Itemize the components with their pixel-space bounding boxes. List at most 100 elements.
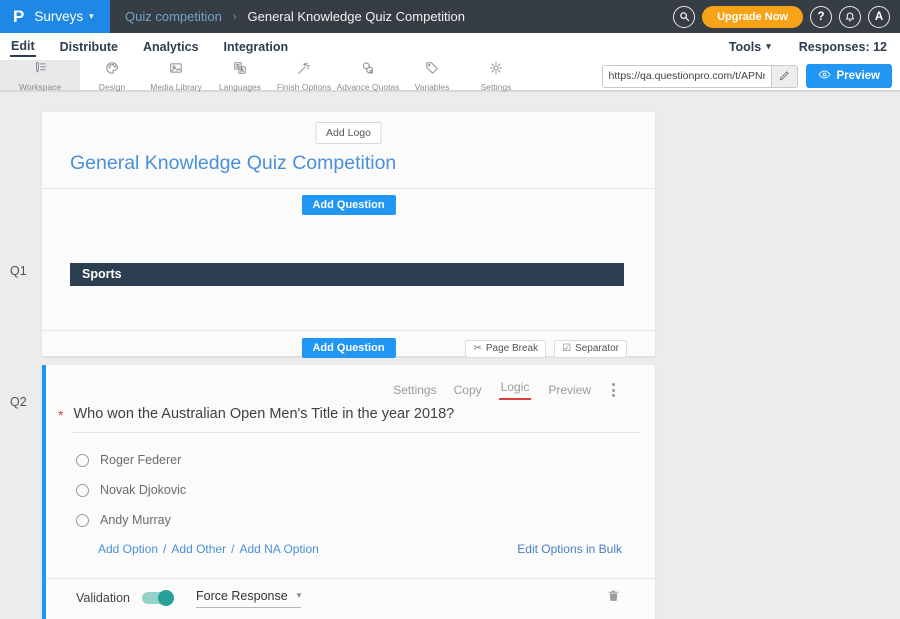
question-settings-link[interactable]: Settings <box>393 383 436 397</box>
toolbar-item-label: Settings <box>481 82 512 92</box>
toolbar-item-workspace[interactable]: Workspace <box>0 60 80 90</box>
tab-analytics[interactable]: Analytics <box>142 38 200 56</box>
question-number-q2: Q2 <box>10 395 27 409</box>
toolbar-item-label: Languages <box>219 82 261 92</box>
question-card-q2: Settings Copy Logic Preview * Who won th… <box>42 365 655 619</box>
separator-button[interactable]: ☑ Separator <box>554 340 627 358</box>
required-asterisk: * <box>58 406 63 433</box>
add-question-button-top[interactable]: Add Question <box>301 195 395 215</box>
survey-canvas: Q1 Q2 Add Logo General Knowledge Quiz Co… <box>0 92 900 619</box>
gear-icon <box>489 61 503 80</box>
tab-distribute[interactable]: Distribute <box>59 38 119 56</box>
chevron-down-icon: ▾ <box>766 41 771 52</box>
notifications-button[interactable] <box>839 6 861 28</box>
app-logo-area[interactable]: P Surveys ▾ <box>0 0 110 33</box>
breadcrumb-current: General Knowledge Quiz Competition <box>248 9 466 24</box>
toolbar-item-label: Variables <box>415 82 450 92</box>
topbar-actions: Upgrade Now ? A <box>673 6 900 28</box>
question-number-q1: Q1 <box>10 264 27 278</box>
answer-option[interactable]: Andy Murray <box>76 505 186 535</box>
divider <box>42 330 655 331</box>
radio-button-icon[interactable] <box>76 514 89 527</box>
tab-integration[interactable]: Integration <box>223 38 290 56</box>
answer-options: Roger Federer Novak Djokovic Andy Murray <box>76 445 186 535</box>
question-preview-link[interactable]: Preview <box>548 383 591 397</box>
avatar[interactable]: A <box>868 6 890 28</box>
toolbar-item-label: Finish Options <box>277 82 331 92</box>
preview-button[interactable]: Preview <box>806 64 892 88</box>
bell-icon <box>844 11 856 23</box>
tools-label: Tools <box>729 40 761 54</box>
scissors-icon: ✂ <box>473 343 481 354</box>
upgrade-now-button[interactable]: Upgrade Now <box>702 6 803 28</box>
answer-option[interactable]: Novak Djokovic <box>76 475 186 505</box>
question-text-input[interactable]: Who won the Australian Open Men's Title … <box>73 406 640 433</box>
section-tools: ✂ Page Break ☑ Separator <box>465 340 627 358</box>
breadcrumb: Quiz competition › General Knowledge Qui… <box>125 9 465 24</box>
breadcrumb-parent-link[interactable]: Quiz competition <box>125 9 222 24</box>
toolbar-item-label: Workspace <box>19 82 61 92</box>
edit-options-in-bulk-link[interactable]: Edit Options in Bulk <box>517 542 622 556</box>
survey-title[interactable]: General Knowledge Quiz Competition <box>70 152 396 175</box>
translate-icon <box>233 61 247 80</box>
add-option-link[interactable]: Add Option <box>98 542 158 556</box>
question-actions: Settings Copy Logic Preview <box>393 380 619 400</box>
question-copy-link[interactable]: Copy <box>454 383 482 397</box>
toolbar-item-settings[interactable]: Settings <box>464 60 528 90</box>
separator-label: Separator <box>575 343 619 354</box>
question-text-row: * Who won the Australian Open Men's Titl… <box>58 406 640 433</box>
survey-url-input[interactable] <box>603 66 771 87</box>
surveys-menu-label: Surveys <box>34 9 83 24</box>
option-label[interactable]: Novak Djokovic <box>100 483 186 497</box>
survey-url-box <box>602 65 798 88</box>
toolbar-item-variables[interactable]: Variables <box>400 60 464 90</box>
add-question-button-between[interactable]: Add Question <box>301 338 395 358</box>
search-button[interactable] <box>673 6 695 28</box>
validation-type-dropdown[interactable]: Force Response ▾ <box>196 589 301 608</box>
answer-option[interactable]: Roger Federer <box>76 445 186 475</box>
option-label[interactable]: Roger Federer <box>100 453 181 467</box>
help-button[interactable]: ? <box>810 6 832 28</box>
magic-wand-icon <box>297 61 311 80</box>
tab-edit[interactable]: Edit <box>10 37 36 57</box>
toolbar-item-design[interactable]: Design <box>80 60 144 90</box>
page-break-button[interactable]: ✂ Page Break <box>465 340 546 358</box>
toolbar-item-label: Advance Quotas <box>337 82 400 92</box>
more-options-icon[interactable] <box>608 381 619 399</box>
toolbar-right: Preview <box>602 64 892 88</box>
toolbar-item-media-library[interactable]: Media Library <box>144 60 208 90</box>
toolbar-item-label: Media Library <box>150 82 202 92</box>
chain-link-icon <box>361 61 375 80</box>
add-logo-button[interactable]: Add Logo <box>315 122 382 144</box>
q1-section-heading[interactable]: Sports <box>70 263 624 286</box>
toolbar-item-advance-quotas[interactable]: Advance Quotas <box>336 60 400 90</box>
preview-label: Preview <box>837 70 880 82</box>
page-break-label: Page Break <box>486 343 538 354</box>
survey-header-card: Add Logo General Knowledge Quiz Competit… <box>42 112 655 356</box>
pencil-icon <box>779 69 790 84</box>
add-na-option-link[interactable]: Add NA Option <box>239 542 318 556</box>
radio-button-icon[interactable] <box>76 484 89 497</box>
add-other-link[interactable]: Add Other <box>171 542 226 556</box>
radio-button-icon[interactable] <box>76 454 89 467</box>
question-logic-link[interactable]: Logic <box>499 380 532 400</box>
delete-question-button[interactable] <box>607 588 620 608</box>
link-separator: / <box>231 542 234 556</box>
subnav-right: Tools ▾ Responses: 12 <box>729 40 900 54</box>
tools-dropdown[interactable]: Tools ▾ <box>729 40 771 54</box>
chevron-down-icon: ▾ <box>89 11 94 22</box>
responses-count[interactable]: Responses: 12 <box>799 40 887 54</box>
validation-toggle[interactable] <box>142 592 172 604</box>
edit-url-button[interactable] <box>771 66 797 87</box>
divider <box>46 578 655 579</box>
toolbar-item-languages[interactable]: Languages <box>208 60 272 90</box>
option-label[interactable]: Andy Murray <box>100 513 171 527</box>
search-icon <box>679 11 690 22</box>
validation-label: Validation <box>76 591 130 605</box>
surveys-menu[interactable]: Surveys ▾ <box>34 9 93 24</box>
tag-icon <box>425 61 439 80</box>
toolbar-item-label: Design <box>99 82 125 92</box>
toolbar-item-finish-options[interactable]: Finish Options <box>272 60 336 90</box>
survey-nav: Edit Distribute Analytics Integration To… <box>0 33 900 60</box>
chevron-down-icon: ▾ <box>297 590 302 601</box>
